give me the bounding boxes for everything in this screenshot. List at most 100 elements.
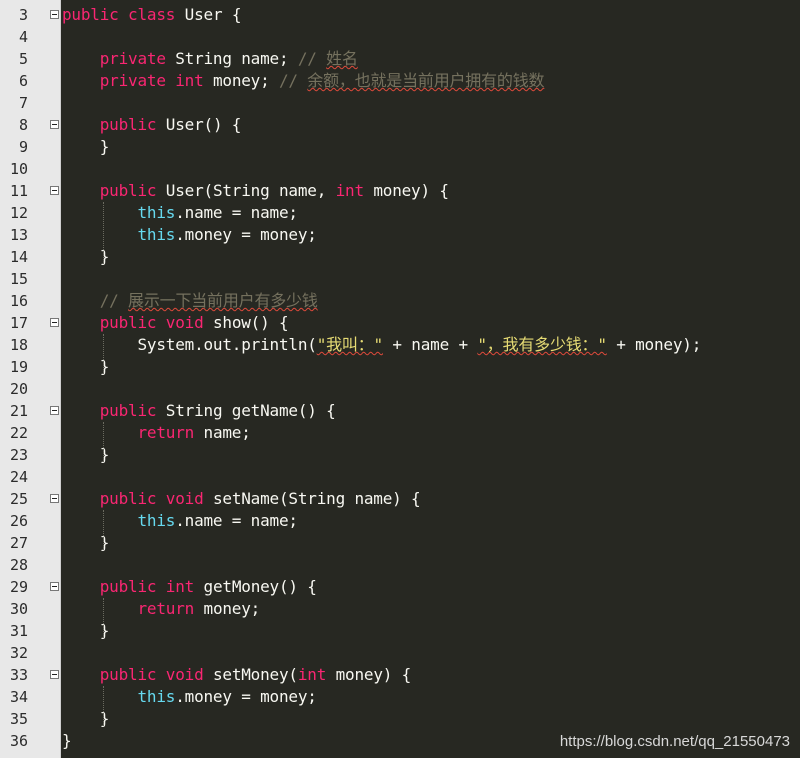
line-number: 15 bbox=[9, 270, 28, 288]
code-line[interactable]: 15 bbox=[0, 268, 800, 290]
code-token: .name = name; bbox=[175, 511, 298, 530]
code-token: public bbox=[62, 5, 119, 24]
code-token: User() { bbox=[156, 115, 242, 134]
line-number: 5 bbox=[18, 50, 28, 68]
line-number: 17 bbox=[9, 314, 28, 332]
code-line[interactable]: 20 bbox=[0, 378, 800, 400]
code-line[interactable]: 28 bbox=[0, 554, 800, 576]
code-token: int bbox=[165, 577, 195, 596]
indent-guide bbox=[103, 422, 104, 462]
code-line[interactable]: 16 // 展示一下当前用户有多少钱 bbox=[0, 290, 800, 312]
code-token: return bbox=[137, 599, 195, 618]
code-line[interactable]: 5 private String name; // 姓名 bbox=[0, 48, 800, 70]
watermark: https://blog.csdn.net/qq_21550473 bbox=[559, 733, 790, 750]
fold-collapse-icon[interactable] bbox=[50, 406, 59, 415]
line-number: 19 bbox=[9, 358, 28, 376]
code-token: } bbox=[99, 445, 110, 464]
code-text: System.out.println("我叫：" + name + "，我有多少… bbox=[62, 334, 701, 356]
code-token: this bbox=[137, 225, 176, 244]
code-line[interactable]: 31 } bbox=[0, 620, 800, 642]
code-line[interactable]: 11 public User(String name, int money) { bbox=[0, 180, 800, 202]
fold-collapse-icon[interactable] bbox=[50, 186, 59, 195]
code-text: this.money = money; bbox=[62, 224, 316, 246]
code-line[interactable]: 26 this.name = name; bbox=[0, 510, 800, 532]
code-token: int bbox=[175, 71, 204, 90]
line-number: 25 bbox=[9, 490, 28, 508]
code-token: // bbox=[99, 291, 129, 310]
code-editor[interactable]: 3 public class User {4 5 private String na… bbox=[0, 0, 800, 758]
fold-collapse-icon[interactable] bbox=[50, 494, 59, 503]
code-line[interactable]: 25 public void setName(String name) { bbox=[0, 488, 800, 510]
line-number: 23 bbox=[9, 446, 28, 464]
code-token: "，我有多少钱：" bbox=[477, 335, 607, 354]
code-text: this.money = money; bbox=[62, 686, 317, 708]
code-line[interactable]: 7 bbox=[0, 92, 800, 114]
fold-collapse-icon[interactable] bbox=[50, 10, 59, 19]
line-number: 27 bbox=[9, 534, 28, 552]
code-token: } bbox=[99, 709, 110, 728]
code-line[interactable]: 34 this.money = money; bbox=[0, 686, 800, 708]
code-text: this.name = name; bbox=[62, 202, 298, 224]
code-line[interactable]: 17 public void show() { bbox=[0, 312, 800, 334]
line-number: 28 bbox=[9, 556, 28, 574]
fold-collapse-icon[interactable] bbox=[50, 318, 59, 327]
code-text: public void setMoney(int money) { bbox=[62, 664, 412, 686]
code-token: public bbox=[99, 577, 157, 596]
code-line[interactable]: 27 } bbox=[0, 532, 800, 554]
code-line[interactable]: 23 } bbox=[0, 444, 800, 466]
code-line[interactable]: 8 public User() { bbox=[0, 114, 800, 136]
code-token: money; bbox=[203, 71, 279, 90]
code-line[interactable]: 33 public void setMoney(int money) { bbox=[0, 664, 800, 686]
code-token: "我叫：" bbox=[316, 335, 383, 354]
line-number: 9 bbox=[18, 138, 28, 156]
code-line[interactable]: 10 bbox=[0, 158, 800, 180]
fold-collapse-icon[interactable] bbox=[50, 120, 59, 129]
code-token: 余额，也就是当前用户拥有的钱数 bbox=[307, 71, 545, 90]
code-line[interactable]: 22 return name; bbox=[0, 422, 800, 444]
code-line[interactable]: 29 public int getMoney() { bbox=[0, 576, 800, 598]
line-number: 22 bbox=[9, 424, 28, 442]
code-token: public bbox=[99, 181, 157, 200]
fold-collapse-icon[interactable] bbox=[50, 582, 59, 591]
code-line[interactable]: 14 } bbox=[0, 246, 800, 268]
code-text: public User(String name, int money) { bbox=[62, 180, 449, 202]
code-token: void bbox=[165, 489, 204, 508]
line-number: 34 bbox=[9, 688, 28, 706]
code-line[interactable]: 32 bbox=[0, 642, 800, 664]
code-token: String getName() { bbox=[156, 401, 336, 420]
code-text: this.name = name; bbox=[62, 510, 298, 532]
code-line[interactable]: 21 public String getName() { bbox=[0, 400, 800, 422]
code-token: setMoney( bbox=[203, 665, 298, 684]
line-number: 30 bbox=[9, 600, 28, 618]
code-token: int bbox=[335, 181, 365, 200]
code-line[interactable]: 9 } bbox=[0, 136, 800, 158]
code-line[interactable]: 13 this.money = money; bbox=[0, 224, 800, 246]
code-line[interactable]: 30 return money; bbox=[0, 598, 800, 620]
code-token: name; bbox=[194, 423, 251, 442]
code-token: .money = money; bbox=[175, 687, 317, 706]
code-line[interactable]: 4 bbox=[0, 26, 800, 48]
code-line[interactable]: 24 bbox=[0, 466, 800, 488]
code-line[interactable]: 35 } bbox=[0, 708, 800, 730]
code-line[interactable]: 19 } bbox=[0, 356, 800, 378]
code-line[interactable]: 6 private int money; // 余额，也就是当前用户拥有的钱数 bbox=[0, 70, 800, 92]
code-line[interactable]: 3 public class User { bbox=[0, 4, 800, 26]
line-number: 18 bbox=[9, 336, 28, 354]
code-token: getMoney() { bbox=[194, 577, 317, 596]
code-token: .name = name; bbox=[175, 203, 298, 222]
code-token: User { bbox=[175, 5, 242, 24]
code-line[interactable]: 12 this.name = name; bbox=[0, 202, 800, 224]
code-line[interactable]: 18 System.out.println("我叫：" + name + "，我… bbox=[0, 334, 800, 356]
fold-collapse-icon[interactable] bbox=[50, 670, 59, 679]
line-number: 14 bbox=[9, 248, 28, 266]
indent-guide bbox=[103, 202, 104, 264]
